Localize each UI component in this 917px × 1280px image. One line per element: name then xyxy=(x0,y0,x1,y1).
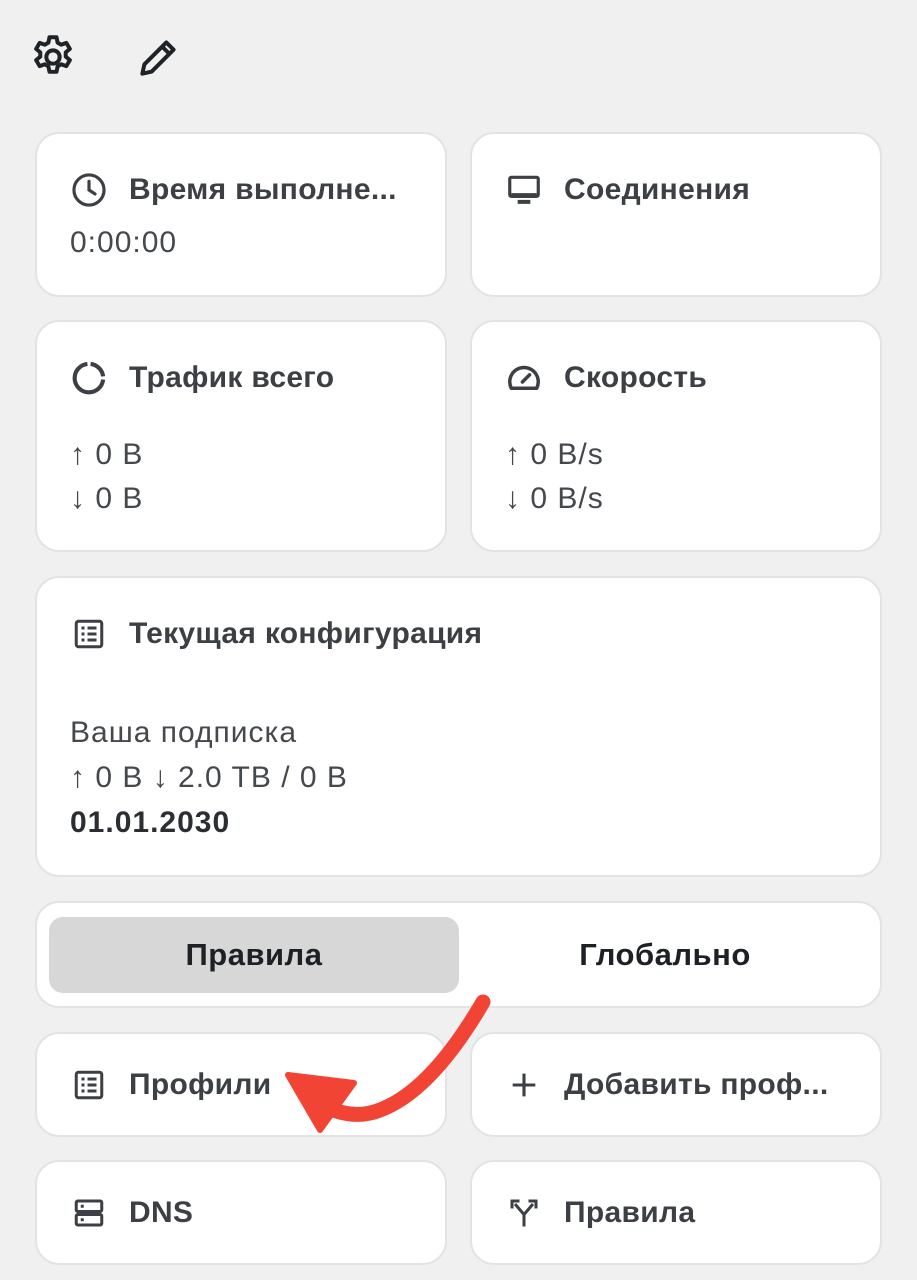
edit-button[interactable] xyxy=(132,30,186,84)
dns-tile-content: DNS xyxy=(69,1162,193,1263)
subscription-usage: ↑ 0 B ↓ 2.0 TB / 0 B xyxy=(70,761,348,794)
config-title: Текущая конфигурация xyxy=(129,617,483,650)
traffic-upload: ↑ 0 B xyxy=(70,438,144,471)
speedometer-icon xyxy=(504,358,544,398)
speed-download: ↓ 0 B/s xyxy=(505,482,604,515)
rules-label: Правила xyxy=(564,1195,696,1229)
pencil-icon xyxy=(140,40,176,76)
mode-global-option[interactable]: Глобально xyxy=(460,917,870,993)
rules-tile[interactable]: Правила xyxy=(470,1160,882,1265)
uptime-card[interactable]: Время выполне... 0:00:00 xyxy=(35,132,447,297)
server-icon xyxy=(69,1193,109,1233)
profiles-label: Профили xyxy=(129,1067,272,1101)
traffic-title: Трафик всего xyxy=(129,361,335,394)
uptime-title: Время выполне... xyxy=(129,173,397,206)
add-profile-tile-content: Добавить проф... xyxy=(504,1034,828,1135)
traffic-header: Трафик всего xyxy=(69,358,334,398)
add-profile-label: Добавить проф... xyxy=(564,1067,829,1101)
speed-title: Скорость xyxy=(564,361,708,394)
subscription-name: Ваша подписка xyxy=(70,716,298,749)
clock-icon xyxy=(69,170,109,210)
uptime-header: Время выполне... xyxy=(69,170,397,210)
speed-card[interactable]: Скорость ↑ 0 B/s ↓ 0 B/s xyxy=(470,320,882,552)
dns-label: DNS xyxy=(129,1195,194,1229)
mode-switch: Правила Глобально xyxy=(35,901,882,1008)
rules-tile-content: Правила xyxy=(504,1162,695,1263)
settings-button[interactable] xyxy=(26,30,80,84)
list-icon xyxy=(69,1065,109,1105)
merge-arrows-icon xyxy=(504,1193,544,1233)
speed-upload: ↑ 0 B/s xyxy=(505,438,604,471)
plus-icon xyxy=(504,1065,544,1105)
config-header: Текущая конфигурация xyxy=(69,614,482,654)
subscription-expiry: 01.01.2030 xyxy=(70,806,231,839)
add-profile-tile[interactable]: Добавить проф... xyxy=(470,1032,882,1137)
monitor-icon xyxy=(504,170,544,210)
list-icon xyxy=(69,614,109,654)
traffic-card[interactable]: Трафик всего ↑ 0 B ↓ 0 B xyxy=(35,320,447,552)
gear-icon xyxy=(34,35,72,74)
current-config-card[interactable]: Текущая конфигурация Ваша подписка ↑ 0 B… xyxy=(35,576,882,877)
uptime-value: 0:00:00 xyxy=(70,226,178,259)
connections-header: Соединения xyxy=(504,170,750,210)
mode-rules-option[interactable]: Правила xyxy=(49,917,459,993)
traffic-download: ↓ 0 B xyxy=(70,482,144,515)
dashboard-screen: Время выполне... 0:00:00 Соединения Траф… xyxy=(0,0,917,1280)
profiles-tile[interactable]: Профили xyxy=(35,1032,447,1137)
dns-tile[interactable]: DNS xyxy=(35,1160,447,1265)
connections-title: Соединения xyxy=(564,173,751,206)
donut-icon xyxy=(69,358,109,398)
speed-header: Скорость xyxy=(504,358,707,398)
connections-card[interactable]: Соединения xyxy=(470,132,882,297)
profiles-tile-content: Профили xyxy=(69,1034,272,1135)
